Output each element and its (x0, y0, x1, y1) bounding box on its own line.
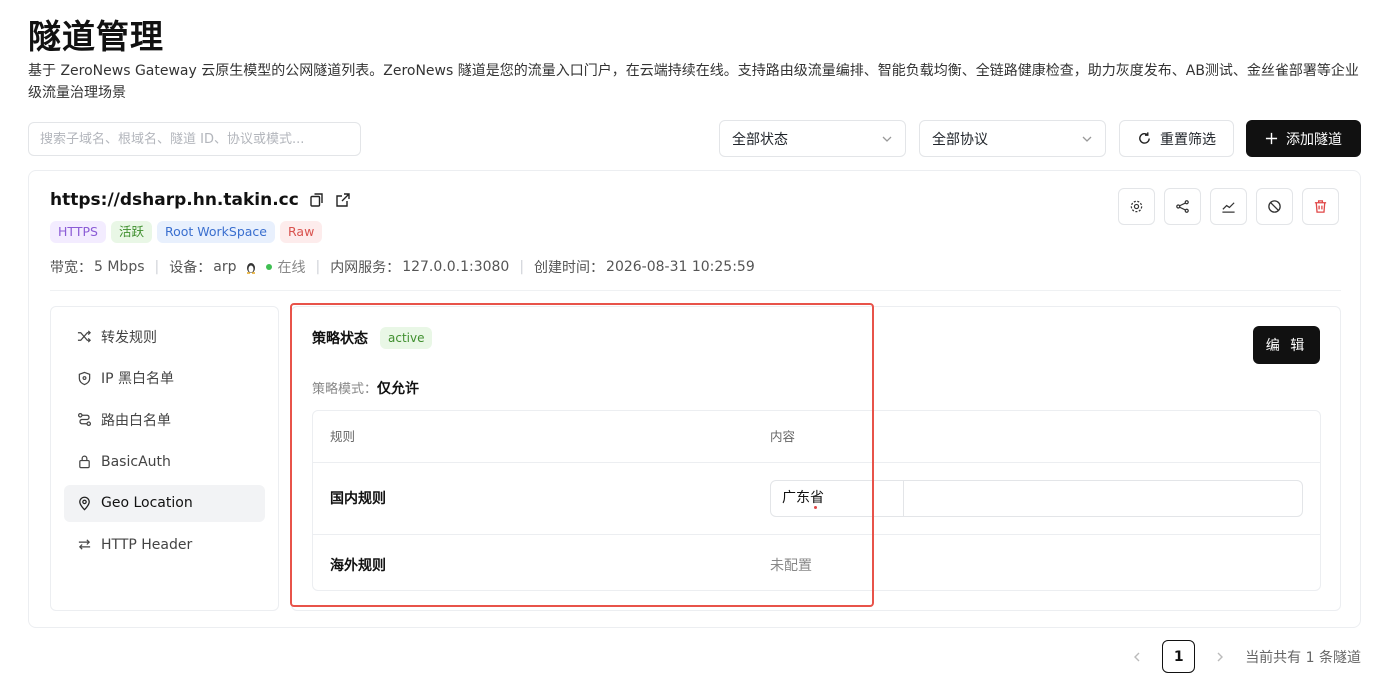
copy-icon[interactable] (309, 192, 325, 208)
external-link-icon[interactable] (335, 192, 351, 208)
edit-button[interactable]: 编 辑 (1253, 326, 1320, 364)
geo-location-panel: 策略状态 active 策略模式：仅允许 编 辑 规则 内容 国内规则 广东省 (291, 306, 1341, 611)
sidebar-item-geo-location[interactable]: Geo Location (64, 484, 265, 522)
divider (50, 290, 1341, 291)
page-title: 隧道管理 (28, 17, 164, 56)
policy-mode: 策略模式：仅允许 (312, 378, 419, 398)
gear-icon (1130, 200, 1143, 213)
created-label: 创建时间： (534, 260, 605, 276)
sidebar-item-ip-list[interactable]: IP 黑白名单 (64, 360, 265, 397)
device-value: arp (213, 259, 237, 275)
table-header: 规则 内容 (313, 411, 1320, 463)
rule-name: 国内规则 (330, 491, 386, 507)
online-status: 在线 (277, 260, 306, 276)
chevron-down-icon (1082, 136, 1092, 142)
status-select[interactable]: 全部状态 (719, 120, 906, 157)
table-row: 国内规则 广东省 (313, 463, 1320, 535)
reset-filter-label: 重置筛选 (1160, 131, 1216, 148)
column-header-rule: 规则 (330, 429, 356, 444)
required-dot (814, 506, 817, 509)
line-chart-icon (1222, 202, 1235, 213)
config-sidebar: 转发规则 IP 黑白名单 路由白名单 BasicAuth Geo Locatio… (50, 306, 279, 611)
trash-icon (1314, 200, 1327, 213)
policy-mode-label: 策略模式： (312, 382, 378, 397)
sidebar-item-label: IP 黑白名单 (101, 371, 175, 388)
online-dot (266, 264, 273, 270)
share-button[interactable] (1164, 188, 1201, 225)
sidebar-item-http-header[interactable]: HTTP Header (64, 526, 265, 563)
add-tunnel-button[interactable]: 添加隧道 (1246, 120, 1361, 157)
total-count: 当前共有 1 条隧道 (1245, 649, 1361, 666)
region-value: 广东省 (782, 490, 824, 506)
rule-value: 未配置 (770, 558, 812, 574)
bandwidth-value: 5 Mbps (94, 259, 145, 275)
protocol-select-value: 全部协议 (932, 131, 988, 148)
rule-name: 海外规则 (330, 558, 386, 574)
created-value: 2026-08-31 10:25:59 (606, 259, 755, 275)
share-icon (1176, 200, 1189, 213)
refresh-icon (1139, 132, 1150, 144)
protocol-select[interactable]: 全部协议 (919, 120, 1106, 157)
column-header-content: 内容 (770, 429, 796, 444)
table-row: 海外规则 未配置 (313, 535, 1320, 590)
page-description: 基于 ZeroNews Gateway 云原生模型的公网隧道列表。ZeroNew… (28, 63, 1359, 101)
ban-icon (1268, 200, 1281, 213)
chevron-down-icon (882, 136, 892, 142)
intranet-value: 127.0.0.1:3080 (402, 259, 510, 275)
search-input[interactable] (28, 122, 361, 156)
sidebar-item-label: 路由白名单 (101, 412, 171, 429)
analytics-button[interactable] (1210, 188, 1247, 225)
add-tunnel-label: 添加隧道 (1286, 131, 1342, 148)
linux-penguin-icon (247, 263, 256, 274)
next-page-icon[interactable] (1213, 650, 1227, 664)
sidebar-item-forwarding-rules[interactable]: 转发规则 (64, 318, 265, 355)
tunnel-meta: 带宽： 5 Mbps | 设备： arp 在线 | 内网服务： 127.0.0.… (50, 259, 755, 276)
status-badge: active (380, 327, 433, 349)
sidebar-item-label: BasicAuth (101, 453, 171, 470)
sidebar-item-route-whitelist[interactable]: 路由白名单 (64, 401, 265, 438)
policy-status-label: 策略状态 (312, 331, 368, 347)
mode-tag: Raw (280, 221, 323, 243)
policy-mode-value: 仅允许 (377, 381, 420, 397)
sidebar-item-basicauth[interactable]: BasicAuth (64, 443, 265, 480)
status-tag: 活跃 (110, 221, 152, 243)
swap-arrows-icon (78, 539, 91, 551)
sidebar-item-label: HTTP Header (101, 536, 193, 553)
lock-icon (79, 455, 90, 469)
disable-button[interactable] (1256, 188, 1293, 225)
route-icon (77, 413, 92, 427)
pagination: 1 当前共有 1 条隧道 (1130, 640, 1361, 673)
intranet-label: 内网服务： (330, 260, 401, 276)
device-label: 设备： (169, 260, 212, 276)
page-number[interactable]: 1 (1162, 640, 1196, 673)
shield-icon (78, 371, 91, 385)
rules-table: 规则 内容 国内规则 广东省 海外规则 未配置 (312, 410, 1321, 591)
location-pin-icon (79, 496, 90, 511)
domestic-region-input[interactable]: 广东省 (770, 480, 1303, 517)
bandwidth-label: 带宽： (50, 260, 92, 276)
protocol-tag: HTTPS (50, 221, 106, 243)
reset-filter-button[interactable]: 重置筛选 (1119, 120, 1234, 157)
plus-icon (1265, 132, 1278, 145)
status-select-value: 全部状态 (732, 131, 788, 148)
delete-button[interactable] (1302, 188, 1339, 225)
workspace-tag: Root WorkSpace (156, 221, 275, 243)
shuffle-icon (77, 330, 91, 343)
sidebar-item-label: Geo Location (101, 495, 193, 512)
region-tag: 广东省 (771, 481, 904, 516)
tunnel-card: https://dsharp.hn.takin.cc HTTPS 活跃 Root… (28, 170, 1361, 628)
sidebar-item-label: 转发规则 (101, 329, 157, 346)
prev-page-icon[interactable] (1130, 650, 1144, 664)
tunnel-url[interactable]: https://dsharp.hn.takin.cc (50, 190, 299, 210)
settings-button[interactable] (1118, 188, 1155, 225)
